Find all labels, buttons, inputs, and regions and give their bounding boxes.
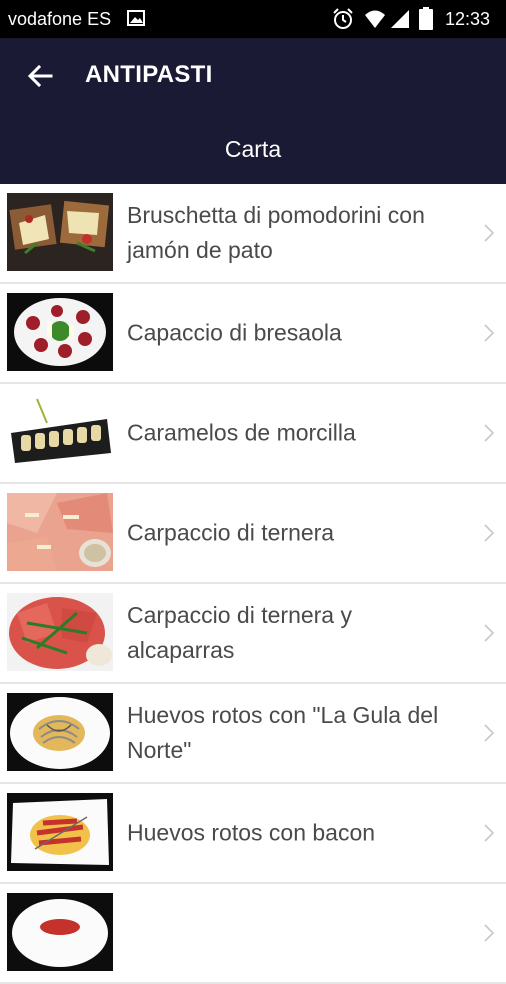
battery-icon bbox=[419, 7, 433, 30]
chevron-right-icon bbox=[484, 324, 494, 342]
back-button[interactable] bbox=[24, 60, 56, 92]
dish-photo bbox=[7, 393, 113, 471]
list-item-label: Huevos rotos con "La Gula del Norte" bbox=[127, 702, 439, 763]
list-item[interactable]: Bruschetta di pomodorini con jamón de pa… bbox=[0, 184, 506, 284]
list-item[interactable]: Huevos rotos con bacon bbox=[0, 784, 506, 884]
menu-list: Bruschetta di pomodorini con jamón de pa… bbox=[0, 184, 506, 984]
dish-photo bbox=[7, 193, 113, 271]
app-bar: ANTIPASTI bbox=[0, 38, 506, 114]
list-item-label: Carpaccio di ternera bbox=[127, 519, 335, 546]
list-item[interactable]: Huevos rotos con "La Gula del Norte" bbox=[0, 684, 506, 784]
list-item[interactable]: Capaccio di bresaola bbox=[0, 284, 506, 384]
status-bar: vodafone ES 12:33 bbox=[0, 0, 506, 38]
dish-photo bbox=[7, 493, 113, 571]
sub-header-title: Carta bbox=[224, 136, 282, 162]
dish-photo bbox=[7, 793, 113, 871]
status-time: 12:33 bbox=[445, 9, 491, 29]
dish-photo bbox=[7, 293, 113, 371]
image-notification-icon bbox=[127, 10, 145, 26]
list-item-label: Caramelos de morcilla bbox=[127, 419, 356, 446]
dish-photo bbox=[7, 593, 113, 671]
signal-icon bbox=[391, 10, 409, 28]
sub-header: Carta bbox=[0, 114, 506, 184]
list-item[interactable]: Caramelos de morcilla bbox=[0, 384, 506, 484]
list-item-label: Huevos rotos con bacon bbox=[127, 819, 376, 846]
chevron-right-icon bbox=[484, 224, 494, 242]
list-item[interactable] bbox=[0, 884, 506, 984]
page-title: ANTIPASTI bbox=[85, 61, 213, 88]
chevron-right-icon bbox=[484, 524, 494, 542]
chevron-right-icon bbox=[484, 724, 494, 742]
carrier-name: vodafone ES bbox=[8, 9, 112, 29]
back-arrow-icon bbox=[27, 65, 53, 87]
list-item-label: Carpaccio di ternera y alcaparras bbox=[127, 602, 352, 663]
dish-photo bbox=[7, 693, 113, 771]
chevron-right-icon bbox=[484, 624, 494, 642]
list-item-label: Bruschetta di pomodorini con jamón de pa… bbox=[127, 202, 425, 263]
list-item[interactable]: Carpaccio di ternera y alcaparras bbox=[0, 584, 506, 684]
list-item[interactable]: Carpaccio di ternera bbox=[0, 484, 506, 584]
chevron-right-icon bbox=[484, 924, 494, 942]
dish-photo bbox=[7, 893, 113, 971]
chevron-right-icon bbox=[484, 424, 494, 442]
list-item-label: Capaccio di bresaola bbox=[127, 319, 342, 346]
wifi-icon bbox=[365, 10, 385, 28]
alarm-icon bbox=[333, 8, 353, 29]
chevron-right-icon bbox=[484, 824, 494, 842]
